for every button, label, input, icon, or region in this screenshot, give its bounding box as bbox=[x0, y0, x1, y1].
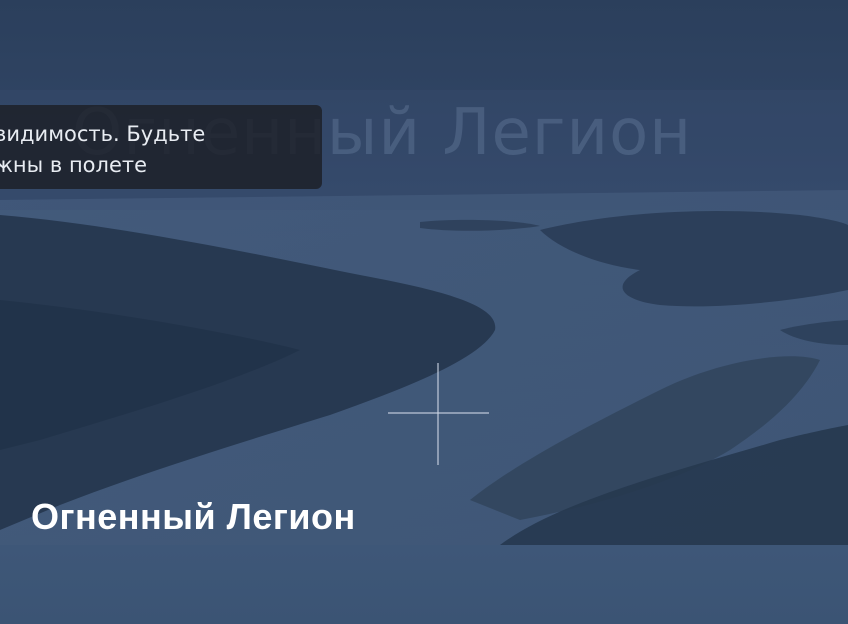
notification-line-1: видимость. Будьте bbox=[0, 122, 206, 146]
notification-toast: видимость. Будьте жны в полете bbox=[0, 105, 322, 189]
game-viewport[interactable]: Огненный Легион видимость. Будьте жны в … bbox=[0, 0, 848, 624]
crosshair-vertical-line bbox=[437, 363, 439, 465]
game-title: Огненный Легион bbox=[31, 496, 356, 537]
crosshair-icon bbox=[388, 363, 489, 465]
notification-line-2: жны в полете bbox=[0, 153, 148, 177]
bottom-panel bbox=[0, 545, 848, 624]
